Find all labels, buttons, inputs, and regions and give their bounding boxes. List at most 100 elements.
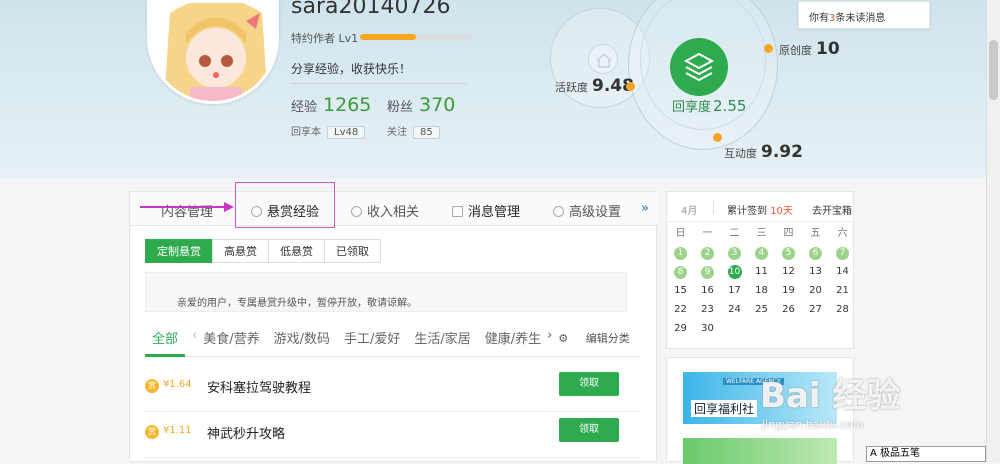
calendar-day[interactable]: 21 <box>829 282 856 300</box>
calendar-day[interactable]: 1 <box>667 244 694 262</box>
calendar-day[interactable]: 23 <box>694 301 721 319</box>
signed-day-badge: 7 <box>836 247 849 260</box>
tab-income[interactable]: 收入相关 <box>351 201 419 220</box>
calendar-day[interactable]: 4 <box>748 244 775 262</box>
calendar-day[interactable]: 5 <box>775 244 802 262</box>
subtab-custom-reward[interactable]: 定制悬赏 <box>145 239 213 263</box>
activity-metric: 活跃度 9.48 <box>555 76 634 96</box>
signed-day-badge: 3 <box>728 247 741 260</box>
huixiang-label: 回享本 <box>291 127 321 138</box>
level-progress-fill <box>360 34 416 40</box>
reward-row: 赏 ¥1.11 神武秒升攻略 领取 <box>145 412 641 458</box>
category-life[interactable]: 生活/家居 <box>414 328 470 347</box>
fans-value: 370 <box>419 94 456 116</box>
calendar-day[interactable]: 16 <box>694 282 721 300</box>
subtab-high-reward[interactable]: 高悬赏 <box>212 239 269 263</box>
calendar-day[interactable]: 27 <box>802 301 829 319</box>
unread-notification[interactable]: 你有3条未读消息 <box>798 1 930 29</box>
category-next-arrow[interactable]: › <box>547 328 552 347</box>
follow-stat[interactable]: 关注 85 <box>387 123 440 139</box>
claim-button[interactable]: 领取 <box>559 418 619 442</box>
reward-title[interactable]: 神武秒升攻略 <box>207 423 285 442</box>
category-crafts[interactable]: 手工/爱好 <box>344 328 400 347</box>
interaction-label: 互动度 <box>724 147 757 160</box>
weekday-label: 二 <box>729 228 740 239</box>
calendar-day[interactable]: 29 <box>667 320 694 338</box>
open-treasure-link[interactable]: 去开宝箱 <box>812 202 852 217</box>
calendar-day[interactable]: 13 <box>802 263 829 281</box>
signed-day-badge: 2 <box>701 247 714 260</box>
tab-content-manage[interactable]: 内容管理 <box>161 201 213 220</box>
day-number: 22 <box>674 304 687 315</box>
originality-label: 原创度 <box>779 44 812 57</box>
tab-advanced-settings[interactable]: 高级设置 <box>553 201 621 220</box>
day-number: 24 <box>728 304 741 315</box>
category-health[interactable]: 健康/养生 <box>485 328 541 347</box>
calendar-day[interactable]: 18 <box>748 282 775 300</box>
tabs-more-button[interactable]: » <box>641 201 649 216</box>
calendar-day[interactable]: 30 <box>694 320 721 338</box>
experience-stat: 经验 1265 <box>291 94 371 116</box>
calendar-day[interactable]: 12 <box>775 263 802 281</box>
claim-button[interactable]: 领取 <box>559 372 619 396</box>
day-number: 23 <box>701 304 714 315</box>
share-label: 回享度 <box>672 100 712 115</box>
calendar-day[interactable]: 15 <box>667 282 694 300</box>
category-food[interactable]: 美食/营养 <box>203 328 259 347</box>
user-motto: 分享经验，收获快乐！ <box>291 60 467 84</box>
calendar-day[interactable]: 24 <box>721 301 748 319</box>
today-badge: 10 <box>727 265 742 279</box>
calendar-day[interactable]: 26 <box>775 301 802 319</box>
calendar-day[interactable]: 22 <box>667 301 694 319</box>
fans-stat[interactable]: 粉丝 370 <box>387 94 455 116</box>
calendar-day[interactable]: 6 <box>802 244 829 262</box>
reward-title[interactable]: 安科塞拉驾驶教程 <box>207 377 311 396</box>
signed-count: 累计签到 10天 <box>727 202 793 217</box>
annotation-arrow <box>140 206 230 208</box>
day-number: 27 <box>809 304 822 315</box>
calendar-day[interactable]: 3 <box>721 244 748 262</box>
calendar-header: 4月 累计签到 10天 去开宝箱 <box>667 192 855 222</box>
scrollbar[interactable] <box>986 0 1000 462</box>
signed-day-badge: 1 <box>674 247 687 260</box>
calendar-day[interactable]: 7 <box>829 244 856 262</box>
baidu-watermark-url: jingyan.baidu.com <box>762 418 864 431</box>
calendar-day[interactable]: 2 <box>694 244 721 262</box>
tab-income-label: 收入相关 <box>367 205 420 220</box>
tab-advanced-settings-label: 高级设置 <box>569 205 622 220</box>
share-degree-circle[interactable] <box>670 38 728 96</box>
scroll-thumb[interactable] <box>989 40 998 100</box>
reward-price: ¥1.11 <box>163 425 192 436</box>
day-number: 20 <box>809 285 822 296</box>
category-active-underline <box>145 354 185 357</box>
weekday-label: 四 <box>783 228 794 239</box>
calendar-day[interactable]: 9 <box>694 263 721 281</box>
calendar-day[interactable]: 25 <box>748 301 775 319</box>
subtab-low-reward[interactable]: 低悬赏 <box>268 239 325 263</box>
ime-toolbar[interactable]: A 极品五笔 <box>866 446 986 462</box>
category-prev-arrow[interactable]: ‹ <box>192 328 197 347</box>
calendar-day[interactable]: 11 <box>748 263 775 281</box>
category-divider <box>145 356 641 357</box>
day-number: 17 <box>728 285 741 296</box>
edit-category-button[interactable]: ⚙ 编辑分类 <box>558 330 643 347</box>
day-number: 25 <box>755 304 768 315</box>
calendar-day[interactable]: 20 <box>802 282 829 300</box>
banner-text: 回享福利社 <box>691 400 758 417</box>
category-games[interactable]: 游戏/数码 <box>274 328 330 347</box>
calendar-day[interactable]: 8 <box>667 263 694 281</box>
tab-message-manage[interactable]: 消息管理 <box>452 201 520 220</box>
calendar-day[interactable]: 28 <box>829 301 856 319</box>
day-number: 12 <box>782 266 795 277</box>
activity-label: 活跃度 <box>555 81 588 94</box>
day-number: 21 <box>836 285 849 296</box>
calendar-day[interactable]: 14 <box>829 263 856 281</box>
income-icon <box>351 206 362 217</box>
second-banner[interactable] <box>683 438 837 464</box>
category-all[interactable]: 全部 <box>152 328 178 347</box>
calendar-day[interactable]: 19 <box>775 282 802 300</box>
calendar-day[interactable]: 10 <box>721 263 748 281</box>
subtab-claimed[interactable]: 已领取 <box>324 239 381 263</box>
calendar-day[interactable]: 17 <box>721 282 748 300</box>
weekday-label: 五 <box>810 228 821 239</box>
